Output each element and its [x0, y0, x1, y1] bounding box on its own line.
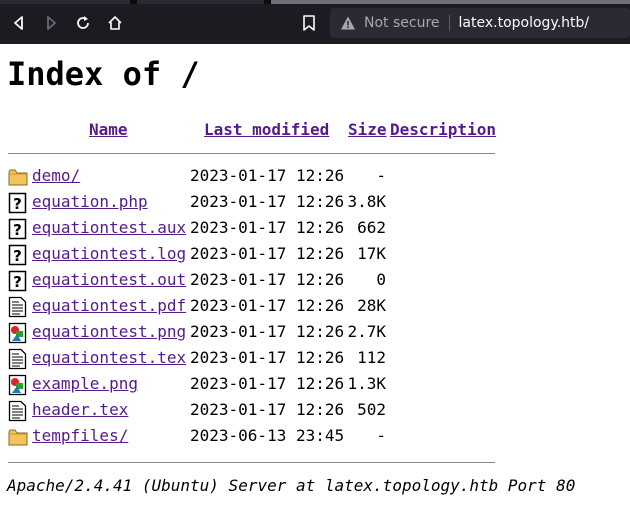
last-modified: 2023-01-17 12:26	[190, 244, 345, 263]
file-size: -	[376, 166, 386, 185]
folder-icon	[8, 166, 28, 188]
file-link[interactable]: tempfiles/	[32, 426, 128, 446]
last-modified: 2023-01-17 12:26	[190, 400, 345, 419]
last-modified: 2023-01-17 12:26	[190, 270, 345, 289]
file-link[interactable]: equationtest.out	[32, 270, 186, 290]
server-signature: Apache/2.4.41 (Ubuntu) Server at latex.t…	[7, 476, 576, 495]
list-item: tempfiles/2023-06-13 23:45 -	[0, 424, 630, 450]
back-arrow-icon	[14, 16, 23, 30]
footer-divider	[8, 462, 495, 463]
svg-text:?: ?	[13, 247, 22, 265]
bookmark-button[interactable]	[298, 12, 320, 34]
image-file-icon	[8, 374, 28, 396]
column-header-size[interactable]: Size	[348, 120, 387, 139]
file-link[interactable]: equationtest.pdf	[32, 296, 186, 316]
image-file-icon	[8, 322, 28, 344]
security-label[interactable]: Not secure	[364, 15, 440, 31]
last-modified: 2023-01-17 12:26	[190, 348, 345, 367]
file-size: -	[376, 426, 386, 445]
folder-icon	[8, 426, 28, 448]
file-link[interactable]: header.tex	[32, 400, 128, 420]
list-item: header.tex 2023-01-17 12:26 502	[0, 398, 630, 424]
file-link[interactable]: equationtest.tex	[32, 348, 186, 368]
unknown-file-icon: ?	[8, 270, 28, 292]
text-file-icon	[8, 400, 28, 422]
last-modified: 2023-01-17 12:26	[190, 192, 345, 211]
last-modified: 2023-01-17 12:26	[190, 166, 345, 185]
column-header-name[interactable]: Name	[89, 120, 128, 139]
file-size: 662	[357, 218, 386, 237]
text-file-icon	[8, 296, 28, 318]
bookmark-icon	[303, 15, 315, 31]
home-button[interactable]	[104, 12, 126, 34]
address-bar[interactable]: Not secure latex.topology.htb/	[330, 8, 630, 38]
svg-text:?: ?	[13, 221, 22, 239]
file-size: 17K	[357, 244, 386, 263]
unknown-file-icon: ?	[8, 244, 28, 266]
column-header-last-modified[interactable]: Last modified	[204, 120, 329, 139]
reload-button[interactable]	[72, 12, 94, 34]
file-size: 0	[376, 270, 386, 289]
back-button[interactable]	[8, 12, 30, 34]
url-text[interactable]: latex.topology.htb/	[459, 15, 590, 31]
list-item: equationtest.tex 2023-01-17 12:26 112	[0, 346, 630, 372]
page-title: Index of /	[7, 55, 200, 93]
unknown-file-icon: ?	[8, 218, 28, 240]
list-item: ? equationtest.log 2023-01-17 12:26 17K	[0, 242, 630, 268]
last-modified: 2023-01-17 12:26	[190, 296, 345, 315]
forward-button[interactable]	[40, 12, 62, 34]
column-header-description[interactable]: Description	[390, 120, 496, 139]
list-item: ? equationtest.aux 2023-01-17 12:26 662	[0, 216, 630, 242]
file-link[interactable]: equationtest.aux	[32, 218, 186, 238]
reload-icon	[77, 16, 89, 29]
list-item: demo/2023-01-17 12:26 -	[0, 164, 630, 190]
last-modified: 2023-01-17 12:26	[190, 218, 345, 237]
svg-text:?: ?	[13, 273, 22, 291]
text-file-icon	[8, 348, 28, 370]
tab-strip	[0, 0, 630, 4]
list-item: equationtest.png 2023-01-17 12:26 2.7K	[0, 320, 630, 346]
svg-text:?: ?	[13, 195, 22, 213]
forward-arrow-icon	[47, 16, 56, 30]
home-icon	[108, 16, 122, 30]
file-link[interactable]: equationtest.png	[32, 322, 186, 342]
file-link[interactable]: example.png	[32, 374, 138, 394]
file-size: 1.3K	[347, 374, 386, 393]
file-size: 2.7K	[347, 322, 386, 341]
unknown-file-icon: ?	[8, 192, 28, 214]
last-modified: 2023-06-13 23:45	[190, 426, 345, 445]
file-size: 3.8K	[347, 192, 386, 211]
list-item: equationtest.pdf 2023-01-17 12:26 28K	[0, 294, 630, 320]
list-item: example.png 2023-01-17 12:26 1.3K	[0, 372, 630, 398]
list-item: ? equationtest.out 2023-01-17 12:26 0	[0, 268, 630, 294]
file-link[interactable]: equationtest.log	[32, 244, 186, 264]
file-link[interactable]: demo/	[32, 166, 80, 186]
last-modified: 2023-01-17 12:26	[190, 322, 345, 341]
file-size: 502	[357, 400, 386, 419]
file-link[interactable]: equation.php	[32, 192, 148, 212]
file-size: 28K	[357, 296, 386, 315]
file-size: 112	[357, 348, 386, 367]
header-divider	[8, 153, 495, 154]
warning-icon[interactable]	[340, 15, 356, 31]
address-bar-divider	[448, 15, 450, 31]
list-item: ? equation.php 2023-01-17 12:26 3.8K	[0, 190, 630, 216]
browser-toolbar: Not secure latex.topology.htb/	[0, 0, 630, 44]
last-modified: 2023-01-17 12:26	[190, 374, 345, 393]
